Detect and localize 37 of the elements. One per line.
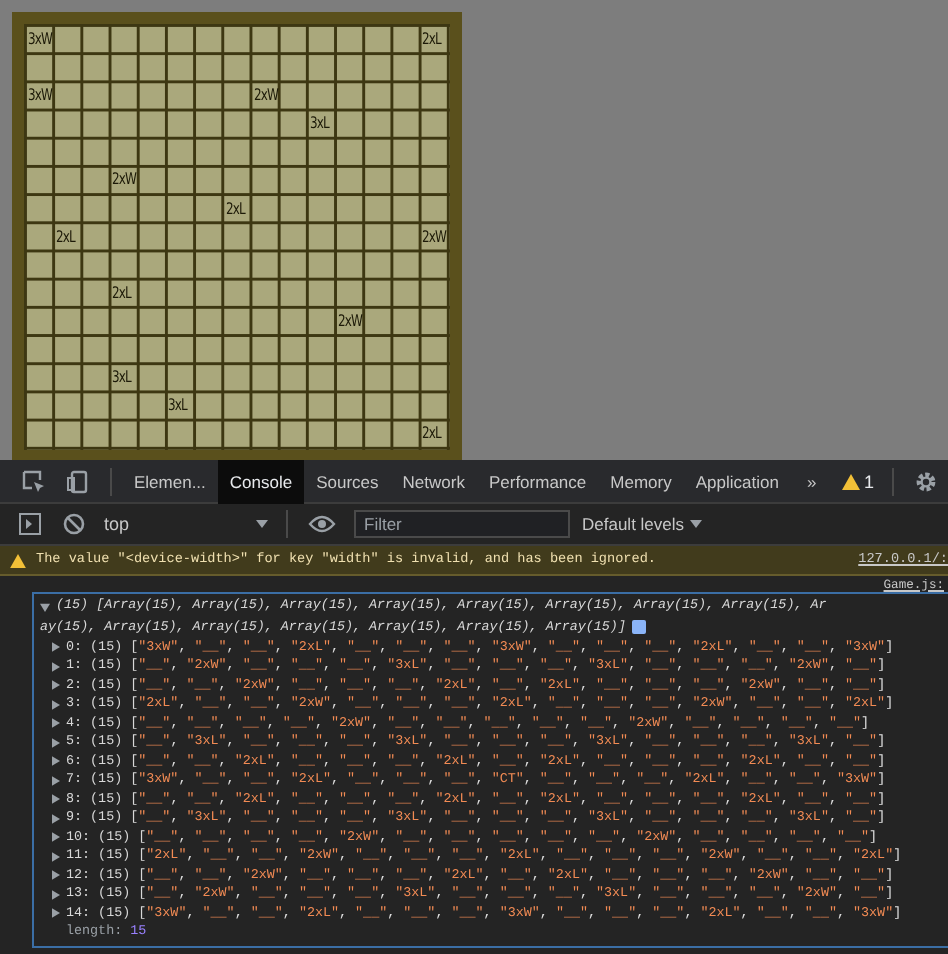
- square-label: 2xL: [422, 30, 442, 48]
- clear-icon[interactable]: [62, 512, 86, 536]
- panel-tab[interactable]: Application: [683, 459, 791, 503]
- square-label: 2xL: [112, 283, 132, 302]
- square-label: 3xW: [28, 30, 52, 48]
- settings-icon[interactable]: [914, 469, 938, 493]
- square-label: 3xL: [309, 114, 329, 133]
- more-tabs-button[interactable]: »: [790, 459, 833, 503]
- panel-tab[interactable]: Console: [217, 459, 305, 503]
- device-icon[interactable]: [66, 469, 90, 493]
- caret-icon: [690, 520, 703, 528]
- sidebar-icon[interactable]: [18, 512, 42, 536]
- square-label: 2xW: [112, 170, 137, 189]
- eye-icon[interactable]: [308, 514, 336, 534]
- context-dropdown[interactable]: top: [96, 514, 276, 534]
- square-label: 3xL: [168, 396, 188, 415]
- expand-icon[interactable]: [40, 601, 50, 612]
- panel-tab[interactable]: Network: [390, 459, 477, 503]
- square-label: 2xL: [225, 199, 245, 218]
- square-label: 2xW: [422, 227, 447, 246]
- warning-icon: [841, 473, 860, 489]
- square-label: 3xL: [112, 368, 132, 387]
- square-label: 2xL: [422, 424, 442, 443]
- warning-icon: [10, 553, 26, 567]
- panel-tab[interactable]: Memory: [598, 459, 684, 503]
- panel-tab[interactable]: Sources: [304, 459, 391, 503]
- panel-tab[interactable]: Performance: [476, 459, 599, 503]
- inspect-icon[interactable]: [22, 469, 46, 493]
- filter-field[interactable]: Filter: [354, 510, 570, 538]
- warning-count[interactable]: 1: [863, 471, 874, 491]
- panel-tab[interactable]: Elemen...: [122, 459, 218, 503]
- square-label: 2xW: [338, 311, 362, 330]
- square-label: 2xL: [56, 227, 75, 246]
- caret-icon: [256, 520, 268, 528]
- square-label: 2xW: [253, 86, 278, 105]
- square-label: 3xW: [28, 86, 52, 105]
- levels-dropdown[interactable]: Default levels: [570, 514, 715, 534]
